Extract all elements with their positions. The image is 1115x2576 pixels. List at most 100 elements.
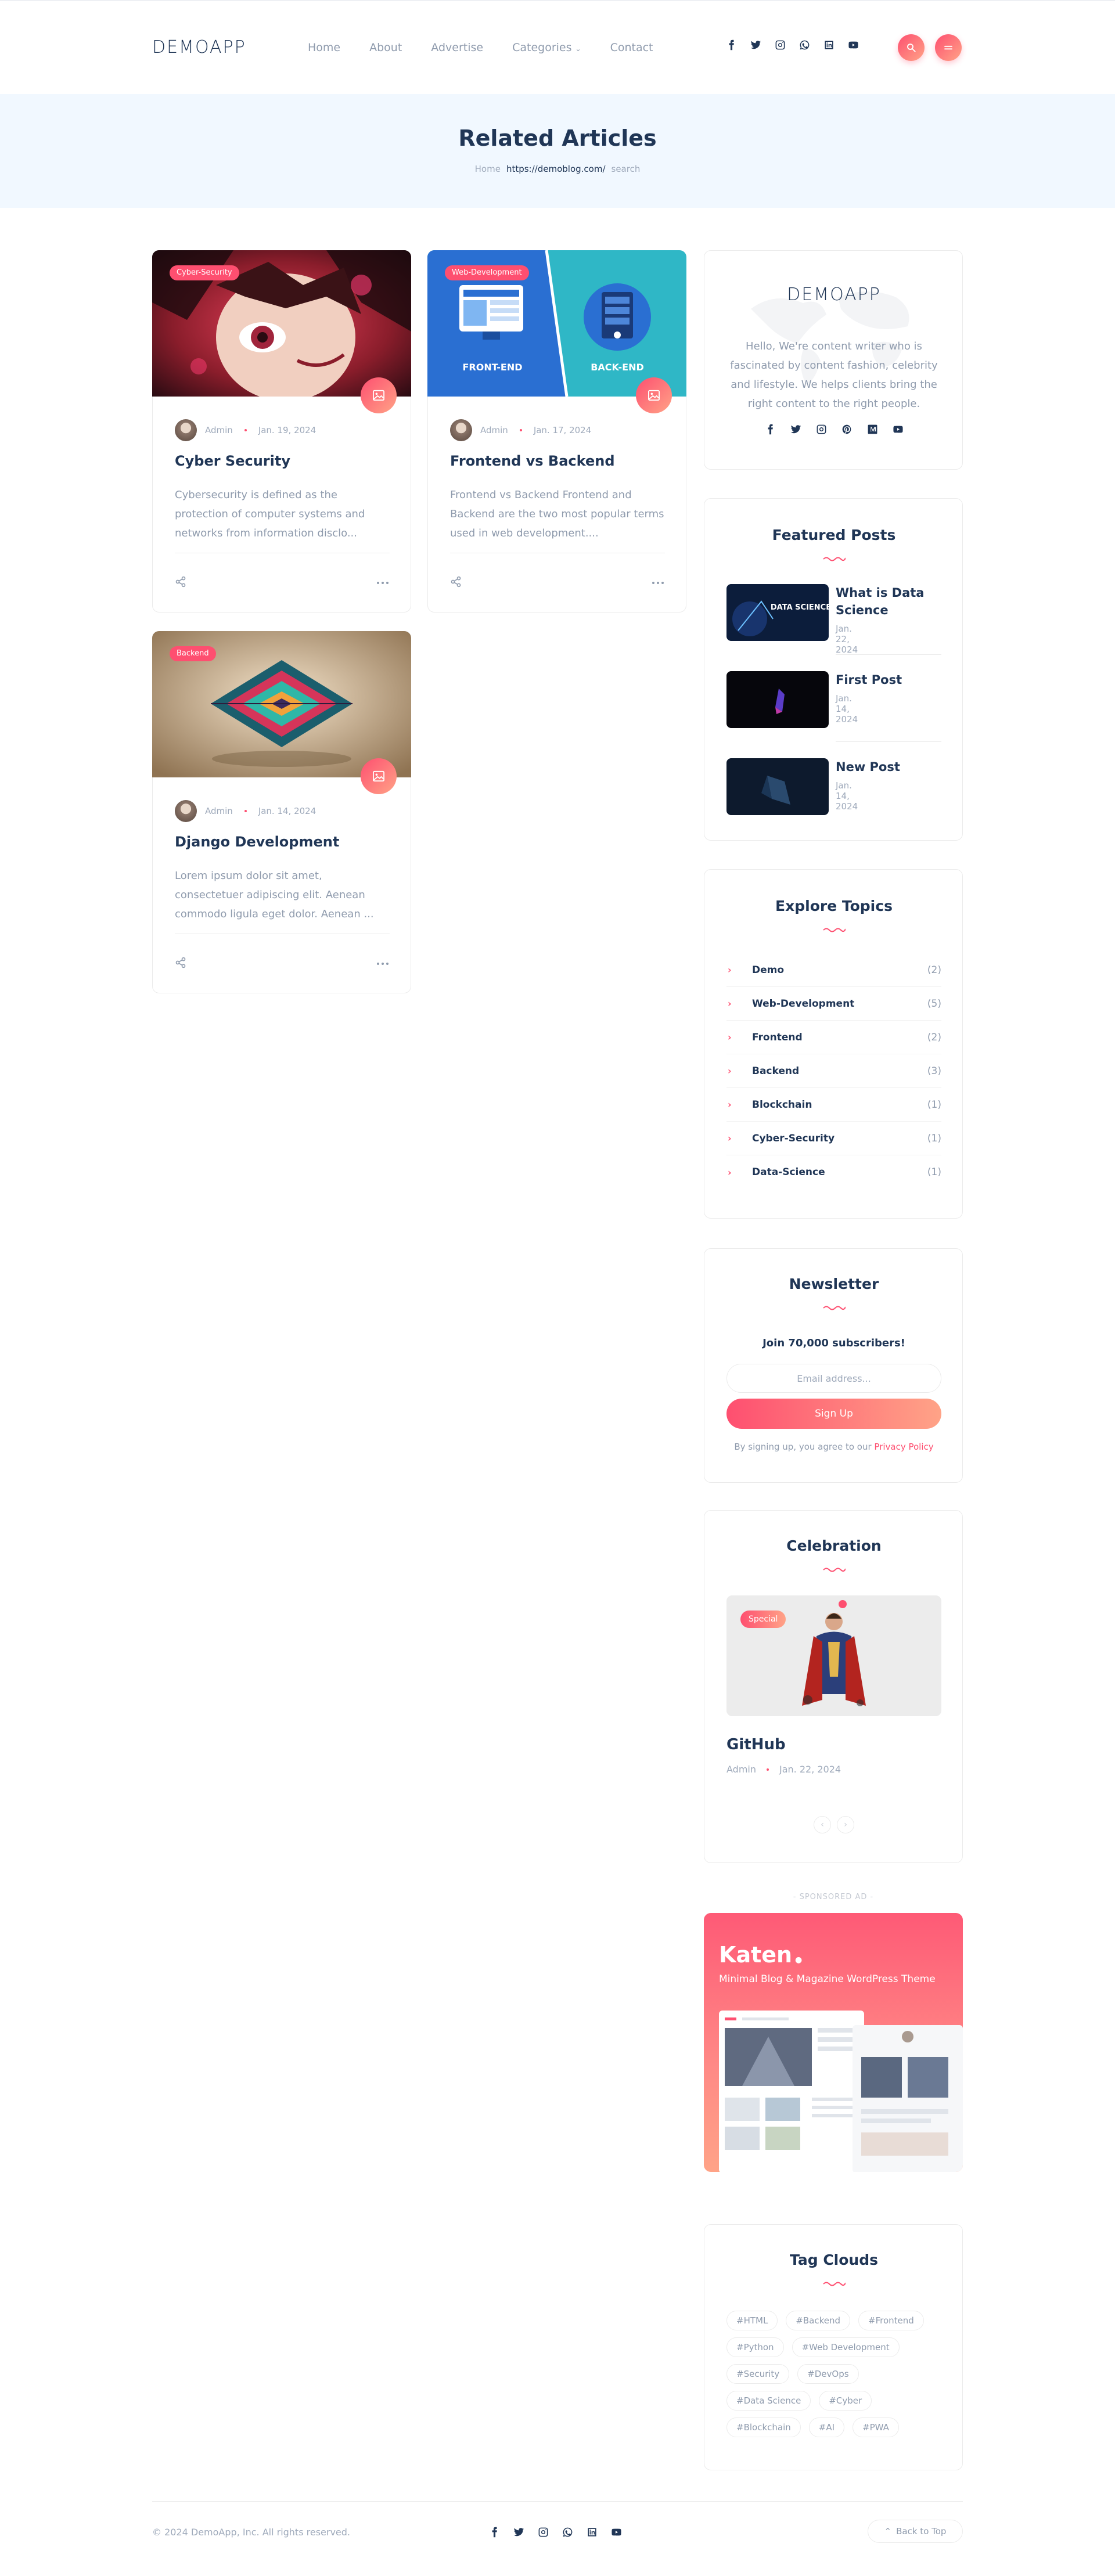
whatsapp-icon[interactable] <box>561 2525 574 2538</box>
post-thumbnail[interactable]: FRONT-END BACK-END Web-Development <box>427 250 686 397</box>
topic-name: Blockchain <box>752 1098 812 1111</box>
tag-blockchain[interactable]: #Blockchain <box>726 2418 801 2437</box>
nav-categories[interactable]: Categories ⌄ <box>512 41 581 54</box>
featured-post-title[interactable]: What is Data Science <box>836 584 946 619</box>
topic-item-backend[interactable]: › Backend (3) <box>726 1054 941 1088</box>
topic-name: Demo <box>752 964 785 976</box>
whatsapp-icon[interactable] <box>798 38 811 51</box>
pinterest-icon[interactable] <box>840 423 853 435</box>
carousel-prev-button[interactable]: ‹ <box>814 1816 831 1833</box>
tag-frontend[interactable]: #Frontend <box>858 2311 924 2330</box>
featured-post-thumbnail[interactable] <box>726 758 829 815</box>
signup-button[interactable]: Sign Up <box>726 1399 941 1429</box>
squiggle-divider <box>823 1568 846 1572</box>
more-options-icon[interactable] <box>377 963 389 965</box>
twitter-icon[interactable] <box>749 38 762 51</box>
topic-item-web-development[interactable]: › Web-Development (5) <box>726 987 941 1021</box>
linkedin-icon[interactable] <box>585 2525 598 2538</box>
search-button[interactable] <box>898 34 925 61</box>
topic-item-blockchain[interactable]: › Blockchain (1) <box>726 1088 941 1122</box>
post-thumbnail[interactable]: Backend <box>152 631 411 777</box>
author-name[interactable]: Admin <box>205 425 233 435</box>
post-title[interactable]: Frontend vs Backend <box>450 453 665 469</box>
site-logo[interactable]: DEMOAPP <box>152 37 246 57</box>
author-name[interactable]: Admin <box>480 425 508 435</box>
image-format-button[interactable] <box>636 377 672 413</box>
chevron-right-icon: › <box>728 1166 732 1178</box>
breadcrumb-url[interactable]: https://demoblog.com/ <box>506 164 606 174</box>
twitter-icon[interactable] <box>789 423 802 435</box>
instagram-icon[interactable] <box>537 2525 549 2538</box>
tag-data-science[interactable]: #Data Science <box>726 2391 811 2411</box>
category-badge[interactable]: Web-Development <box>445 265 529 280</box>
image-format-button[interactable] <box>361 758 397 794</box>
tag-backend[interactable]: #Backend <box>786 2311 851 2330</box>
tag-python[interactable]: #Python <box>726 2337 784 2357</box>
tag-cyber[interactable]: #Cyber <box>819 2391 872 2411</box>
facebook-icon[interactable] <box>725 38 738 51</box>
author-name[interactable]: Admin <box>205 806 233 816</box>
topic-item-data-science[interactable]: › Data-Science (1) <box>726 1155 941 1189</box>
youtube-icon[interactable] <box>847 38 859 51</box>
instagram-icon[interactable] <box>774 38 786 51</box>
medium-icon[interactable] <box>866 423 879 435</box>
instagram-icon[interactable] <box>815 423 828 435</box>
sponsored-ad-banner[interactable]: Katen ● Minimal Blog & Magazine WordPres… <box>704 1913 963 2172</box>
topic-item-frontend[interactable]: › Frontend (2) <box>726 1021 941 1054</box>
youtube-icon[interactable] <box>891 423 904 435</box>
post-date: Jan. 14, 2024 <box>258 806 316 816</box>
topic-count: (1) <box>927 1132 941 1144</box>
featured-post-thumbnail[interactable]: DATA SCIENCE <box>726 584 829 641</box>
nav-about[interactable]: About <box>369 41 402 54</box>
facebook-icon[interactable] <box>764 423 776 435</box>
share-icon[interactable] <box>175 957 186 968</box>
more-options-icon[interactable] <box>377 582 389 584</box>
featured-post-thumbnail[interactable] <box>726 671 829 728</box>
site-header: DEMOAPP Home About Advertise Categories ⌄… <box>0 0 1115 94</box>
featured-post-separator <box>836 741 941 742</box>
tag-devops[interactable]: #DevOps <box>797 2364 859 2384</box>
category-badge[interactable]: Backend <box>170 646 216 661</box>
topic-item-cyber-security[interactable]: › Cyber-Security (1) <box>726 1122 941 1155</box>
carousel-next-button[interactable]: › <box>837 1816 854 1833</box>
linkedin-icon[interactable] <box>822 38 835 51</box>
celebration-post-title[interactable]: GitHub <box>726 1736 786 1753</box>
featured-post-title[interactable]: First Post <box>836 671 946 689</box>
share-icon[interactable] <box>175 576 186 588</box>
tag-web-development[interactable]: #Web Development <box>792 2337 900 2357</box>
nav-home[interactable]: Home <box>308 41 340 54</box>
topic-item-demo[interactable]: › Demo (2) <box>726 953 941 987</box>
featured-post-item[interactable]: First Post Jan. 14, 2024 <box>726 671 902 728</box>
hamburger-icon <box>944 45 952 50</box>
featured-post-item[interactable]: DATA SCIENCE What is Data Science Jan. 2… <box>726 584 924 655</box>
image-format-button[interactable] <box>361 377 397 413</box>
share-icon[interactable] <box>450 576 462 588</box>
nav-contact[interactable]: Contact <box>610 41 653 54</box>
twitter-icon[interactable] <box>512 2525 525 2538</box>
more-options-icon[interactable] <box>652 582 664 584</box>
nav-advertise[interactable]: Advertise <box>431 41 483 54</box>
post-title[interactable]: Django Development <box>175 834 390 850</box>
featured-post-item[interactable]: New Post Jan. 14, 2024 <box>726 758 900 815</box>
back-to-top-button[interactable]: ⌃ Back to Top <box>868 2520 963 2543</box>
celebration-image[interactable]: Special <box>726 1595 941 1716</box>
author-name[interactable]: Admin <box>726 1764 756 1775</box>
tag-pwa[interactable]: #PWA <box>853 2418 899 2437</box>
tag-html[interactable]: #HTML <box>726 2311 778 2330</box>
breadcrumb-home[interactable]: Home <box>475 164 501 174</box>
featured-post-title[interactable]: New Post <box>836 758 946 776</box>
email-input[interactable] <box>726 1364 941 1393</box>
tag-security[interactable]: #Security <box>726 2364 790 2384</box>
facebook-icon[interactable] <box>488 2525 501 2538</box>
nav-categories-label: Categories <box>512 41 572 54</box>
youtube-icon[interactable] <box>610 2525 623 2538</box>
category-badge[interactable]: Cyber-Security <box>170 265 239 280</box>
squiggle-divider <box>823 557 846 561</box>
post-title[interactable]: Cyber Security <box>175 453 390 469</box>
privacy-policy-link[interactable]: Privacy Policy <box>874 1442 933 1452</box>
menu-button[interactable] <box>935 34 962 61</box>
post-excerpt: Frontend vs Backend Frontend and Backend… <box>450 489 664 539</box>
post-thumbnail[interactable]: Cyber-Security <box>152 250 411 397</box>
topic-count: (1) <box>927 1166 941 1178</box>
tag-ai[interactable]: #AI <box>808 2418 845 2437</box>
